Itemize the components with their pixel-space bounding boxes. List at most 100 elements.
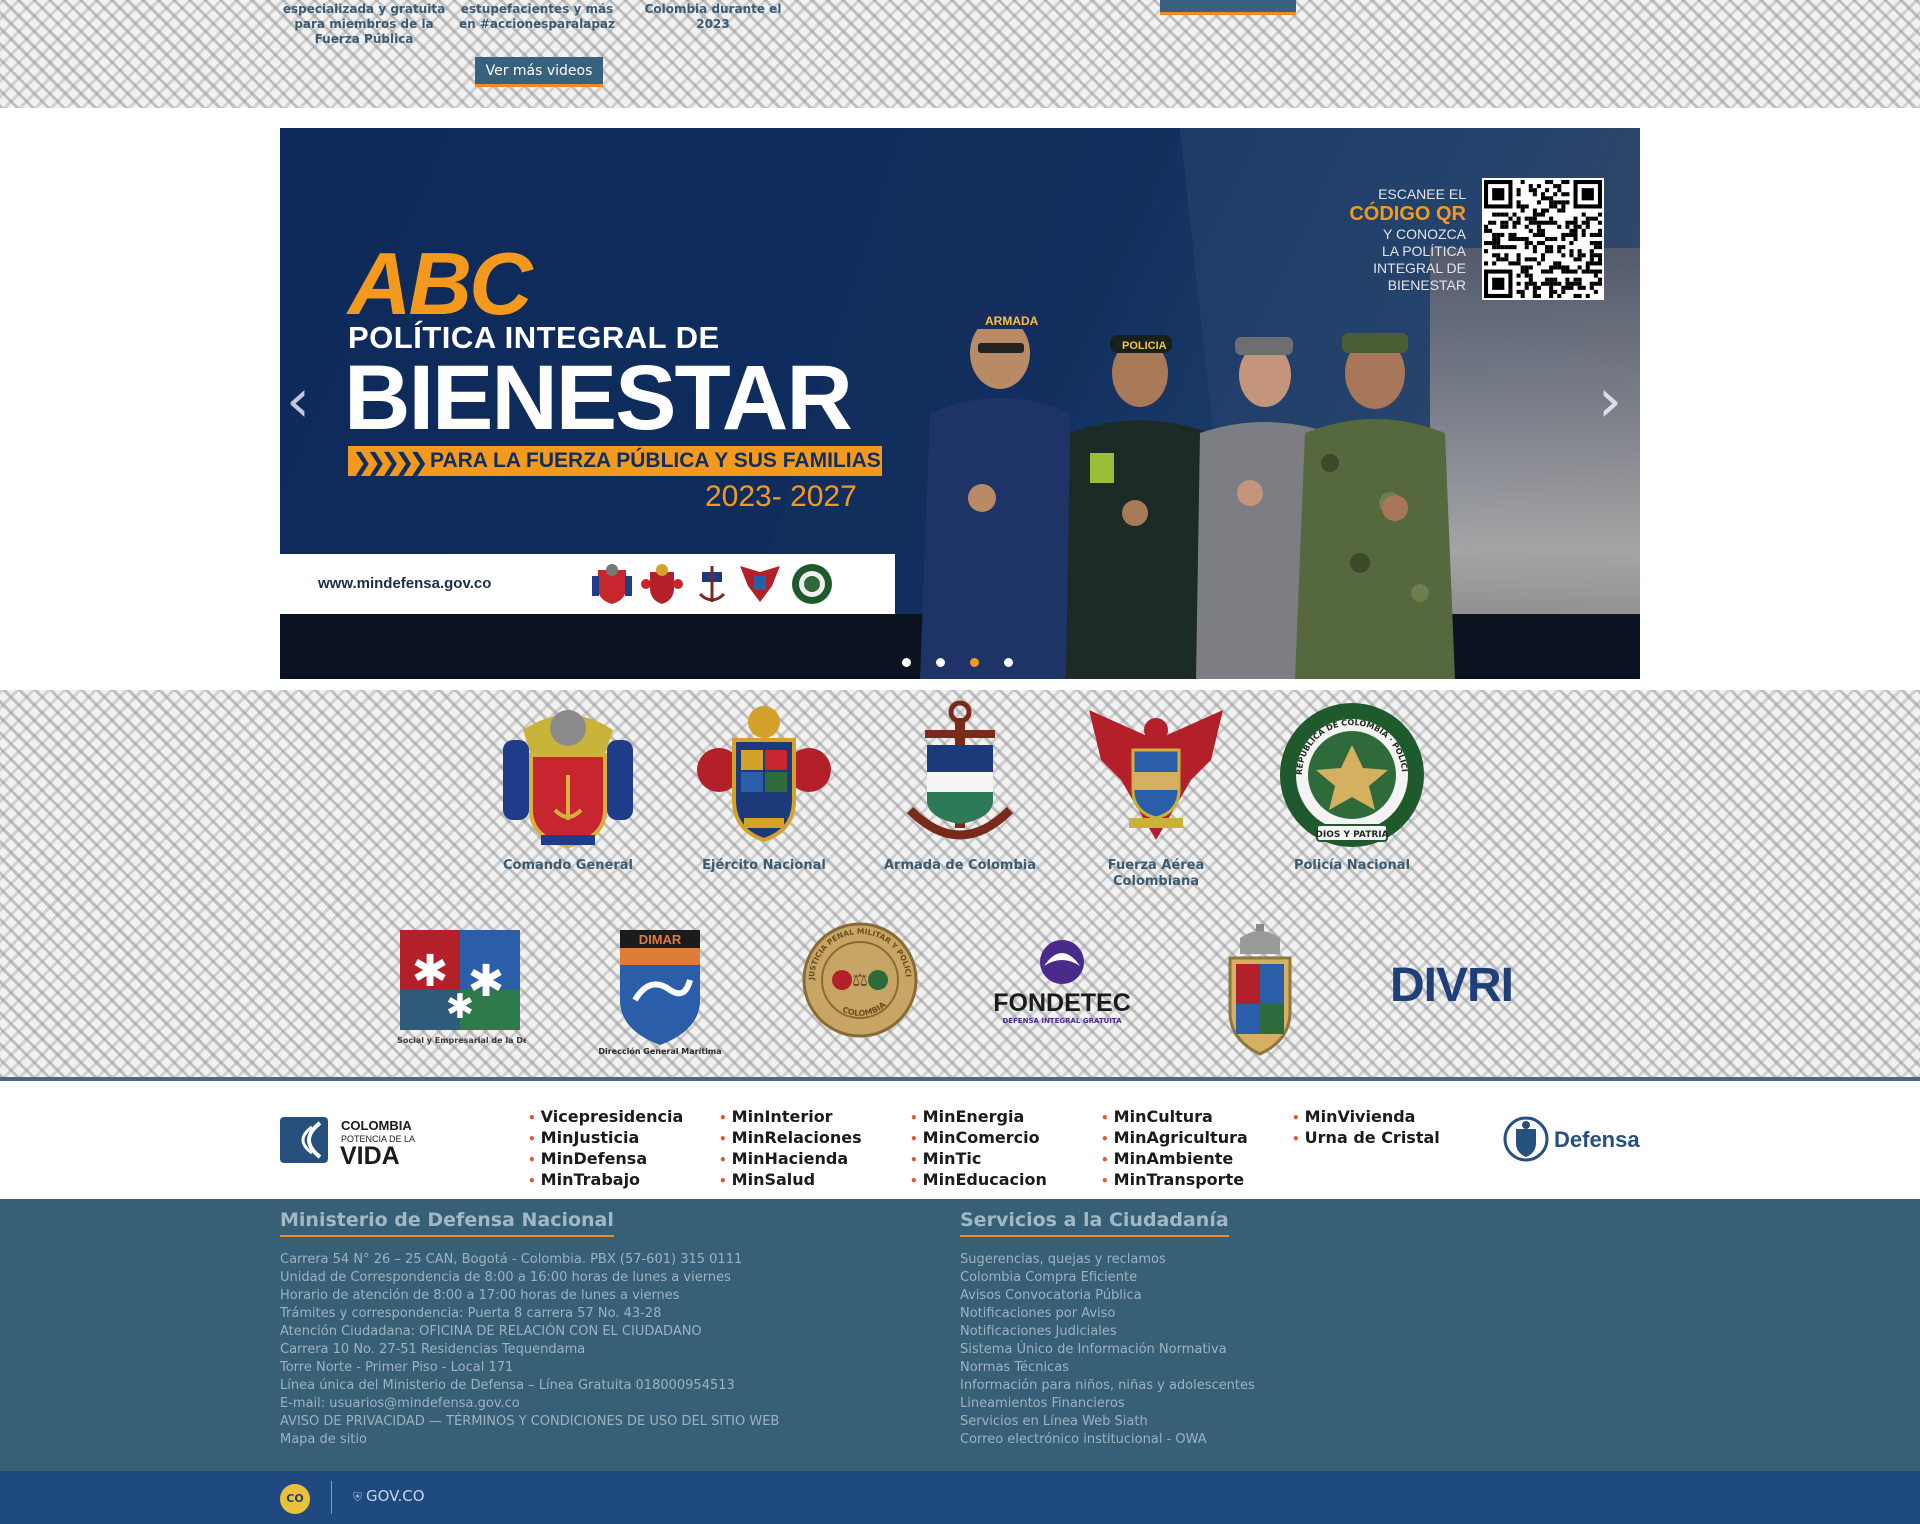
footer-privacy-link[interactable]: AVISO DE PRIVACIDAD — TÉRMINOS Y CONDICI… [280,1413,779,1431]
footer-service-link[interactable]: Correo electrónico institucional - OWA [960,1431,1255,1449]
logo-line3: VIDA [340,1142,400,1165]
ministries-col-5: MinVivienda Urna de Cristal [1292,1107,1440,1149]
ministry-link[interactable]: Urna de Cristal [1292,1128,1440,1149]
logo-line1: COLOMBIA [341,1118,412,1133]
footer-service-link[interactable]: Notificaciones Judiciales [960,1323,1255,1341]
footer-service-link[interactable]: Normas Técnicas [960,1359,1255,1377]
military-ordinariate-crest[interactable] [1216,922,1304,1058]
crest-policia-nacional[interactable]: DIOS Y PATRIA REPÚBLICA DE COLOMBIA · PO… [1262,693,1442,874]
footer-info-line: Unidad de Correspondencia de 8:00 a 16:0… [280,1270,731,1285]
ministry-link[interactable]: MinEnergia [910,1107,1047,1128]
gsed-caption: Grupo Social y Empresarial de la Defensa [396,1036,526,1045]
crest-label: Fuerza Aérea Colombiana [1107,858,1205,889]
video-caption[interactable]: Colombia durante el 2023 [628,2,798,32]
gsed-logo[interactable]: ✱ ✱ ✱ Grupo Social y Empresarial de la D… [396,926,526,1058]
video-caption[interactable]: estupefacientes y más en #accionesparala… [452,2,622,32]
govco-label: GOV.CO [366,1487,425,1505]
crest-label: Comando General [502,858,633,873]
footer-service-link[interactable]: Avisos Convocatoria Pública [960,1287,1255,1305]
carousel-dots [902,652,1038,667]
ministry-link[interactable]: MinTrabajo [528,1170,683,1191]
banner-subtitle-strip: ❯❯❯❯❯ PARA LA FUERZA PÚBLICA Y SUS FAMIL… [348,446,882,476]
footer-info-line: Carrera 10 No. 27-51 Residencias Tequend… [280,1342,586,1357]
justicia-penal-militar-seal[interactable]: JUSTICIA PENAL MILITAR Y POLICIAL COLOMB… [800,920,920,1040]
carousel-next-arrow-icon[interactable]: › [1598,371,1622,431]
ministry-link[interactable]: MinTransporte [1101,1170,1248,1191]
colombia-potencia-logo[interactable]: COLOMBIA POTENCIA DE LA VIDA [280,1115,430,1165]
footer-info-line: Torre Norte - Primer Piso - Local 171 [280,1360,514,1375]
soldier-cap-label: ARMADA [985,314,1039,328]
video-caption[interactable]: especializada y gratuita para miembros d… [282,2,446,47]
crest-label: Policía Nacional [1293,858,1411,873]
divider [331,1481,332,1514]
ministry-link[interactable]: MinRelaciones [719,1128,862,1149]
ministry-link[interactable]: MinComercio [910,1128,1047,1149]
more-news-button[interactable] [1160,0,1296,15]
carousel-dot[interactable] [902,658,911,667]
footer-service-link[interactable]: Colombia Compra Eficiente [960,1269,1255,1287]
footer-info-line: Trámites y correspondencia: Puerta 8 car… [280,1306,662,1321]
crest-fuerza-aerea[interactable]: Fuerza Aérea Colombiana [1066,700,1246,890]
footer-info-line: Carrera 54 N° 26 – 25 CAN, Bogotá - Colo… [280,1252,743,1267]
qr-caption: ESCANEE EL CÓDIGO QR Y CONOZCA LA POLÍTI… [1349,186,1466,293]
ejercito-crest-icon [697,706,831,843]
footer-email-link[interactable]: E-mail: usuarios@mindefensa.gov.co [280,1395,779,1413]
footer-left-title: Ministerio de Defensa Nacional [280,1209,614,1237]
footer-service-link[interactable]: Servicios en Línea Web Siath [960,1413,1255,1431]
carousel-prev-arrow-icon[interactable]: ‹ [286,371,310,431]
footer-service-link[interactable]: Sugerencias, quejas y reclamos [960,1251,1255,1269]
ministry-link[interactable]: MinVivienda [1292,1107,1440,1128]
ministries-col-3: MinEnergia MinComercio MinTic MinEducaci… [910,1107,1047,1191]
dimar-logo[interactable]: DIMAR Dirección General Marítima [590,920,730,1060]
ministry-link[interactable]: MinDefensa [528,1149,683,1170]
banner-footer-strip: www.mindefensa.gov.co [280,554,895,614]
ministry-link[interactable]: MinAgricultura [1101,1128,1248,1149]
more-videos-button[interactable]: Ver más videos [475,57,603,87]
ministry-link[interactable]: MinSalud [719,1170,862,1191]
co-logo[interactable]: CO [280,1484,310,1514]
ministries-col-2: MinInterior MinRelaciones MinHacienda Mi… [719,1107,862,1191]
carousel-dot[interactable] [970,658,979,667]
crest-comando-general[interactable]: Comando General [478,700,658,874]
fondetec-caption: DEFENSA INTEGRAL GRATUITA [1002,1017,1122,1025]
crest-ejercito-nacional[interactable]: Ejército Nacional [674,700,854,874]
footer-service-link[interactable]: Lineamientos Financieros [960,1395,1255,1413]
carousel-dot[interactable] [936,658,945,667]
banner-url: www.mindefensa.gov.co [318,575,492,592]
footer-info-line[interactable]: Atención Ciudadana: OFICINA DE RELACIÓN … [280,1323,779,1341]
govco-link[interactable]: ⛨ GOV.CO [353,1487,425,1505]
divri-logo[interactable]: DIVRI [1390,958,1514,1013]
ministry-link[interactable]: MinInterior [719,1107,862,1128]
dimar-caption: Dirección General Marítima [598,1046,721,1056]
fondetec-logo[interactable]: FONDETEC DEFENSA INTEGRAL GRATUITA [992,940,1132,1030]
carousel-dot[interactable] [1004,658,1013,667]
footer-service-link[interactable]: Sistema Único de Información Normativa [960,1341,1255,1359]
ministry-link[interactable]: MinEducacion [910,1170,1047,1191]
defensa-label: Defensa [1554,1127,1640,1152]
shield-icon: ⛨ [353,1490,363,1504]
ministry-link[interactable]: MinAmbiente [1101,1149,1248,1170]
crest-label: Armada de Colombia [884,858,1036,873]
footer-sitemap-link[interactable]: Mapa de sitio [280,1431,779,1449]
ministry-link[interactable]: MinJusticia [528,1128,683,1149]
snowflake-icon: ✱ [412,946,449,997]
ministry-link[interactable]: MinCultura [1101,1107,1248,1128]
armada-mini-icon [698,566,726,602]
scales-icon: ⚖ [852,970,868,991]
defensa-logo[interactable]: Defensa [1502,1115,1642,1165]
crest-armada[interactable]: Armada de Colombia [870,700,1050,874]
ministry-link[interactable]: MinHacienda [719,1149,862,1170]
footer-right-list: Sugerencias, quejas y reclamos Colombia … [960,1251,1255,1449]
footer-service-link[interactable]: Notificaciones por Aviso [960,1305,1255,1323]
banner-abc: ABC [348,234,533,333]
hero-carousel[interactable]: ABC POLÍTICA INTEGRAL DE BIENESTAR ❯❯❯❯❯… [280,128,1640,679]
footer: Ministerio de Defensa Nacional Carrera 5… [0,1199,1920,1471]
fuerza-aerea-mini-icon [740,566,780,602]
ministry-link[interactable]: MinTic [910,1149,1047,1170]
banner-subtitle: PARA LA FUERZA PÚBLICA Y SUS FAMILIAS [430,449,881,472]
ministry-link[interactable]: Vicepresidencia [528,1107,684,1128]
banner-headline: BIENESTAR [344,347,853,449]
footer-left-list: Carrera 54 N° 26 – 25 CAN, Bogotá - Colo… [280,1251,779,1449]
footer-service-link[interactable]: Información para niños, niñas y adolesce… [960,1377,1255,1395]
video-strip: especializada y gratuita para miembros d… [0,0,1920,108]
